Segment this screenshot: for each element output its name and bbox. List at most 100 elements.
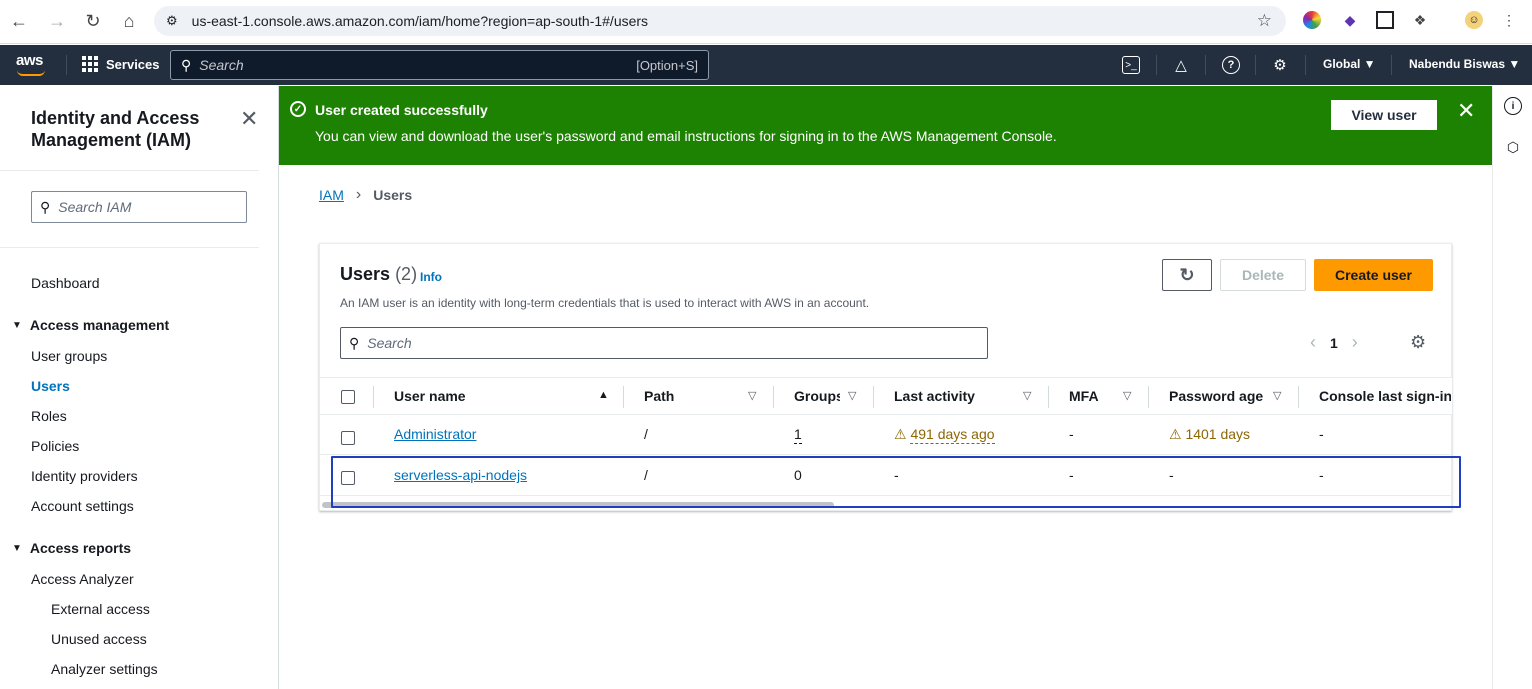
search-shortcut: [Option+S] (636, 57, 698, 73)
users-search-placeholder: Search (367, 335, 412, 351)
create-user-button[interactable]: Create user (1314, 259, 1433, 291)
flash-title: User created successfully (315, 102, 488, 118)
extensions-puzzle-icon[interactable]: ❖ (1411, 11, 1429, 29)
breadcrumb-iam-link[interactable]: IAM (319, 187, 344, 203)
last-activity-cell[interactable]: ⚠ 491 days ago (894, 426, 995, 444)
search-placeholder: Search (199, 57, 244, 73)
forward-arrow-icon[interactable]: → (46, 10, 68, 32)
sidebar-title: Identity and Access Management (IAM) (31, 108, 200, 150)
page-number[interactable]: 1 (1330, 335, 1338, 351)
view-user-button[interactable]: View user (1331, 100, 1437, 130)
section-label: Access reports (29, 540, 132, 556)
sidebar-item-identity-providers[interactable]: Identity providers (31, 468, 138, 484)
sort-icon[interactable]: ▽ (748, 389, 756, 402)
column-header-path[interactable]: Path (644, 388, 674, 404)
chevron-right-icon: › (355, 186, 362, 203)
hexagon-icon[interactable]: ⬡ (1504, 138, 1522, 156)
users-search-input[interactable]: ⚲ Search (340, 327, 988, 359)
delete-button[interactable]: Delete (1220, 259, 1306, 291)
settings-gear-icon[interactable]: ⚙ (1271, 56, 1289, 74)
sort-icon[interactable]: ▽ (1273, 389, 1281, 402)
user-name-link[interactable]: serverless-api-nodejs (394, 467, 527, 483)
console-last-sign-in-cell: - (1319, 467, 1324, 483)
close-icon[interactable]: ✕ (240, 106, 258, 132)
sidebar-item-policies[interactable]: Policies (31, 438, 79, 454)
column-header-console-last-sign-in[interactable]: Console last sign-in (1319, 388, 1451, 404)
nav-divider (1156, 55, 1157, 75)
users-description: An IAM user is an identity with long-ter… (340, 296, 870, 310)
row-checkbox[interactable] (341, 471, 355, 485)
reload-icon[interactable]: ↻ (82, 10, 104, 32)
password-age-cell: ⚠ 1401 days (1169, 426, 1250, 443)
user-name-text[interactable]: serverless-api-nodejs (394, 467, 527, 483)
bookmark-star-icon[interactable]: ☆ (1257, 11, 1272, 31)
info-icon[interactable]: i (1504, 97, 1522, 115)
search-icon: ⚲ (40, 198, 51, 215)
caret-down-icon: ▼ (12, 319, 22, 331)
password-age-cell: - (1169, 467, 1174, 483)
groups-value[interactable]: 1 (794, 426, 802, 444)
column-header-user-name[interactable]: User name (394, 388, 466, 404)
last-activity-value[interactable]: 491 days ago (910, 426, 995, 444)
nav-divider (1255, 55, 1256, 75)
search-iam-input[interactable]: ⚲ Search IAM (31, 191, 247, 223)
check-circle-icon: ✓ (290, 101, 306, 117)
console-last-sign-in-cell: - (1319, 426, 1324, 442)
column-separator (1298, 386, 1299, 408)
column-header-password-age[interactable]: Password age (1169, 388, 1263, 404)
sort-icon[interactable]: ▽ (848, 389, 856, 402)
column-header-last-activity[interactable]: Last activity (894, 388, 975, 404)
aws-logo[interactable]: aws (16, 52, 43, 69)
cloudshell-icon[interactable]: >_ (1122, 56, 1140, 74)
home-icon[interactable]: ⌂ (118, 10, 140, 32)
sidebar-item-external-access[interactable]: External access (51, 601, 150, 617)
groups-cell[interactable]: 1 (794, 426, 802, 444)
region-selector[interactable]: Global ▼ (1323, 57, 1376, 71)
row-checkbox[interactable] (341, 431, 355, 445)
user-name-link[interactable]: Administrator (394, 426, 476, 442)
column-header-groups[interactable]: Groups (794, 388, 840, 404)
sidebar-section-access-reports[interactable]: ▼ Access reports (12, 540, 131, 556)
browser-menu-icon[interactable]: ⋮ (1500, 11, 1518, 29)
extension-badge-icon[interactable]: ◆ (1341, 11, 1359, 29)
select-all-checkbox[interactable] (341, 390, 355, 404)
close-icon[interactable]: ✕ (1457, 98, 1475, 124)
sidebar-item-analyzer-settings[interactable]: Analyzer settings (51, 661, 158, 677)
table-preferences-gear-icon[interactable]: ⚙ (1410, 332, 1426, 353)
iam-sidebar: Identity and Access Management (IAM) ✕ ⚲… (0, 86, 279, 689)
user-name-text[interactable]: Administrator (394, 426, 476, 442)
sidebar-item-user-groups[interactable]: User groups (31, 348, 107, 364)
info-link[interactable]: Info (420, 270, 442, 284)
search-icon: ⚲ (181, 56, 192, 73)
flash-message: You can view and download the user's pas… (315, 128, 1057, 144)
chevron-left-icon[interactable]: ‹ (1310, 332, 1316, 353)
tab-capture-icon[interactable] (1376, 11, 1394, 29)
sidebar-item-account-settings[interactable]: Account settings (31, 498, 134, 514)
site-settings-icon[interactable]: ⚙ (166, 13, 178, 29)
color-extension-icon[interactable] (1303, 11, 1321, 29)
chevron-right-icon[interactable]: › (1352, 332, 1358, 353)
sort-icon[interactable]: ▽ (1023, 389, 1031, 402)
sort-ascending-icon[interactable]: ▲ (598, 389, 609, 401)
sidebar-item-roles[interactable]: Roles (31, 408, 67, 424)
url-text: us-east-1.console.aws.amazon.com/iam/hom… (191, 13, 649, 29)
sort-icon[interactable]: ▽ (1123, 389, 1131, 402)
column-header-mfa[interactable]: MFA (1069, 388, 1099, 404)
sidebar-section-access-management[interactable]: ▼ Access management (12, 317, 169, 333)
sidebar-item-dashboard[interactable]: Dashboard (31, 275, 100, 291)
sidebar-item-users[interactable]: Users (31, 378, 70, 394)
nav-divider (1205, 55, 1206, 75)
profile-avatar[interactable]: ☺ (1465, 11, 1483, 29)
sidebar-item-access-analyzer[interactable]: Access Analyzer (31, 571, 134, 587)
horizontal-scrollbar[interactable] (322, 502, 834, 508)
sidebar-item-unused-access[interactable]: Unused access (51, 631, 147, 647)
account-menu[interactable]: Nabendu Biswas ▼ (1409, 57, 1520, 71)
services-menu-button[interactable]: Services (82, 56, 160, 72)
refresh-button[interactable]: ↻ (1162, 259, 1212, 291)
help-icon[interactable]: ? (1222, 56, 1240, 74)
aws-search-input[interactable]: ⚲ Search [Option+S] (170, 50, 709, 80)
nav-divider (1305, 55, 1306, 75)
back-arrow-icon[interactable]: ← (8, 10, 30, 32)
notifications-bell-icon[interactable]: △ (1172, 56, 1190, 74)
address-bar[interactable]: ⚙ us-east-1.console.aws.amazon.com/iam/h… (154, 6, 1286, 36)
